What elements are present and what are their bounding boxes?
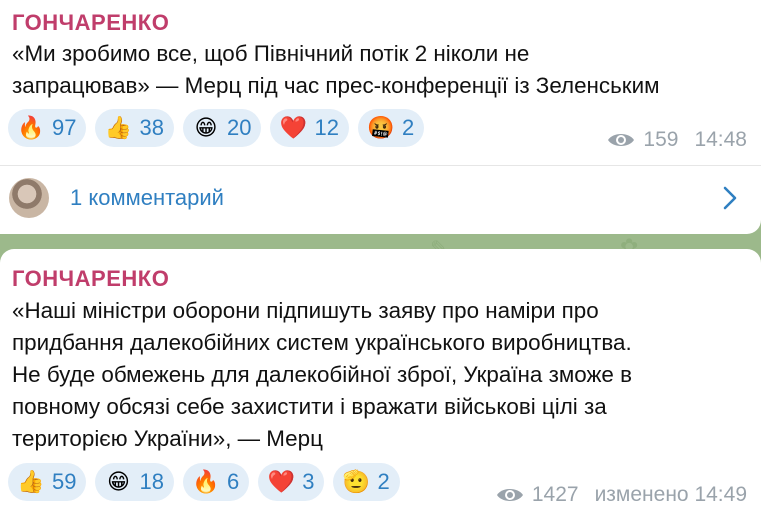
reaction-count: 3 xyxy=(302,469,315,494)
message-bubble: ГОНЧАРЕНКО «Ми зробимо все, щоб Північни… xyxy=(0,0,761,234)
reaction-thumbs-up[interactable]: 👍 59 xyxy=(8,463,87,501)
comments-button[interactable]: 1 комментарий xyxy=(0,168,761,228)
reaction-heart[interactable]: ❤️ 12 xyxy=(270,109,349,147)
timestamp: 14:48 xyxy=(694,128,747,151)
reactions-bar: 🔥 97 👍 38 😁 20 ❤️ 12 🤬 2 xyxy=(8,109,433,147)
reaction-count: 18 xyxy=(139,469,164,494)
reaction-thumbs-up[interactable]: 👍 38 xyxy=(95,109,174,147)
eye-icon xyxy=(496,489,523,501)
message-text: «Наші міністри оборони підпишуть заяву п… xyxy=(12,295,747,455)
reaction-cursing[interactable]: 🤬 2 xyxy=(357,109,425,147)
chevron-right-icon xyxy=(723,186,737,210)
red-heart-icon: ❤️ xyxy=(279,115,308,140)
author-name[interactable]: ГОНЧАРЕНКО xyxy=(12,266,169,292)
grinning-face-icon: 😁 xyxy=(107,469,130,494)
eye-icon xyxy=(608,134,635,146)
fire-icon: 🔥 xyxy=(192,469,220,494)
message-line: придбання далекобійних систем українсько… xyxy=(12,330,632,355)
view-count: 159 xyxy=(607,128,678,152)
message-line: запрацював» — Мерц під час прес-конферен… xyxy=(12,73,660,98)
view-count: 1427 xyxy=(496,483,579,507)
fire-icon: 🔥 xyxy=(17,115,45,140)
views-value: 1427 xyxy=(531,483,579,506)
thumbs-up-icon: 👍 xyxy=(104,115,133,140)
reaction-fire[interactable]: 🔥 6 xyxy=(182,463,250,501)
message-line: «Ми зробимо все, щоб Північний потік 2 н… xyxy=(12,41,530,66)
reaction-count: 2 xyxy=(401,115,415,140)
reaction-count: 12 xyxy=(314,115,339,140)
divider xyxy=(0,165,761,166)
message-line: Не буде обмежень для далекобійної зброї,… xyxy=(12,362,632,387)
reaction-count: 2 xyxy=(377,469,390,494)
reaction-heart[interactable]: ❤️ 3 xyxy=(258,463,325,501)
reaction-count: 38 xyxy=(139,115,164,140)
grinning-face-icon: 😁 xyxy=(194,115,218,140)
reaction-count: 97 xyxy=(52,115,77,140)
message-line: територією України», — Мерц xyxy=(12,426,323,451)
reaction-grinning[interactable]: 😁 18 xyxy=(95,463,174,501)
reaction-count: 20 xyxy=(226,115,252,140)
commenter-avatar xyxy=(9,178,49,218)
message-meta: 159 14:48 xyxy=(607,128,747,152)
saluting-face-icon: 🫡 xyxy=(342,469,371,494)
reaction-salute[interactable]: 🫡 2 xyxy=(333,463,400,501)
cursing-face-icon: 🤬 xyxy=(367,115,395,140)
reaction-grinning[interactable]: 😁 20 xyxy=(182,109,262,147)
thumbs-up-icon: 👍 xyxy=(17,469,45,494)
message-line: повному обсязі себе захистити і вражати … xyxy=(12,394,607,419)
message-line: «Наші міністри оборони підпишуть заяву п… xyxy=(12,298,599,323)
views-value: 159 xyxy=(643,128,679,151)
author-name[interactable]: ГОНЧАРЕНКО xyxy=(12,10,169,36)
timestamp: изменено 14:49 xyxy=(594,483,747,506)
message-bubble: ГОНЧАРЕНКО «Наші міністри оборони підпиш… xyxy=(0,249,761,514)
reaction-count: 59 xyxy=(52,469,77,494)
reaction-fire[interactable]: 🔥 97 xyxy=(8,109,87,147)
message-text: «Ми зробимо все, щоб Північний потік 2 н… xyxy=(12,38,747,102)
comments-label: 1 комментарий xyxy=(70,185,224,210)
reactions-bar: 👍 59 😁 18 🔥 6 ❤️ 3 🫡 2 xyxy=(8,463,409,501)
message-meta: 1427 изменено 14:49 xyxy=(496,483,747,507)
reaction-count: 6 xyxy=(226,469,240,494)
red-heart-icon: ❤️ xyxy=(267,469,295,494)
